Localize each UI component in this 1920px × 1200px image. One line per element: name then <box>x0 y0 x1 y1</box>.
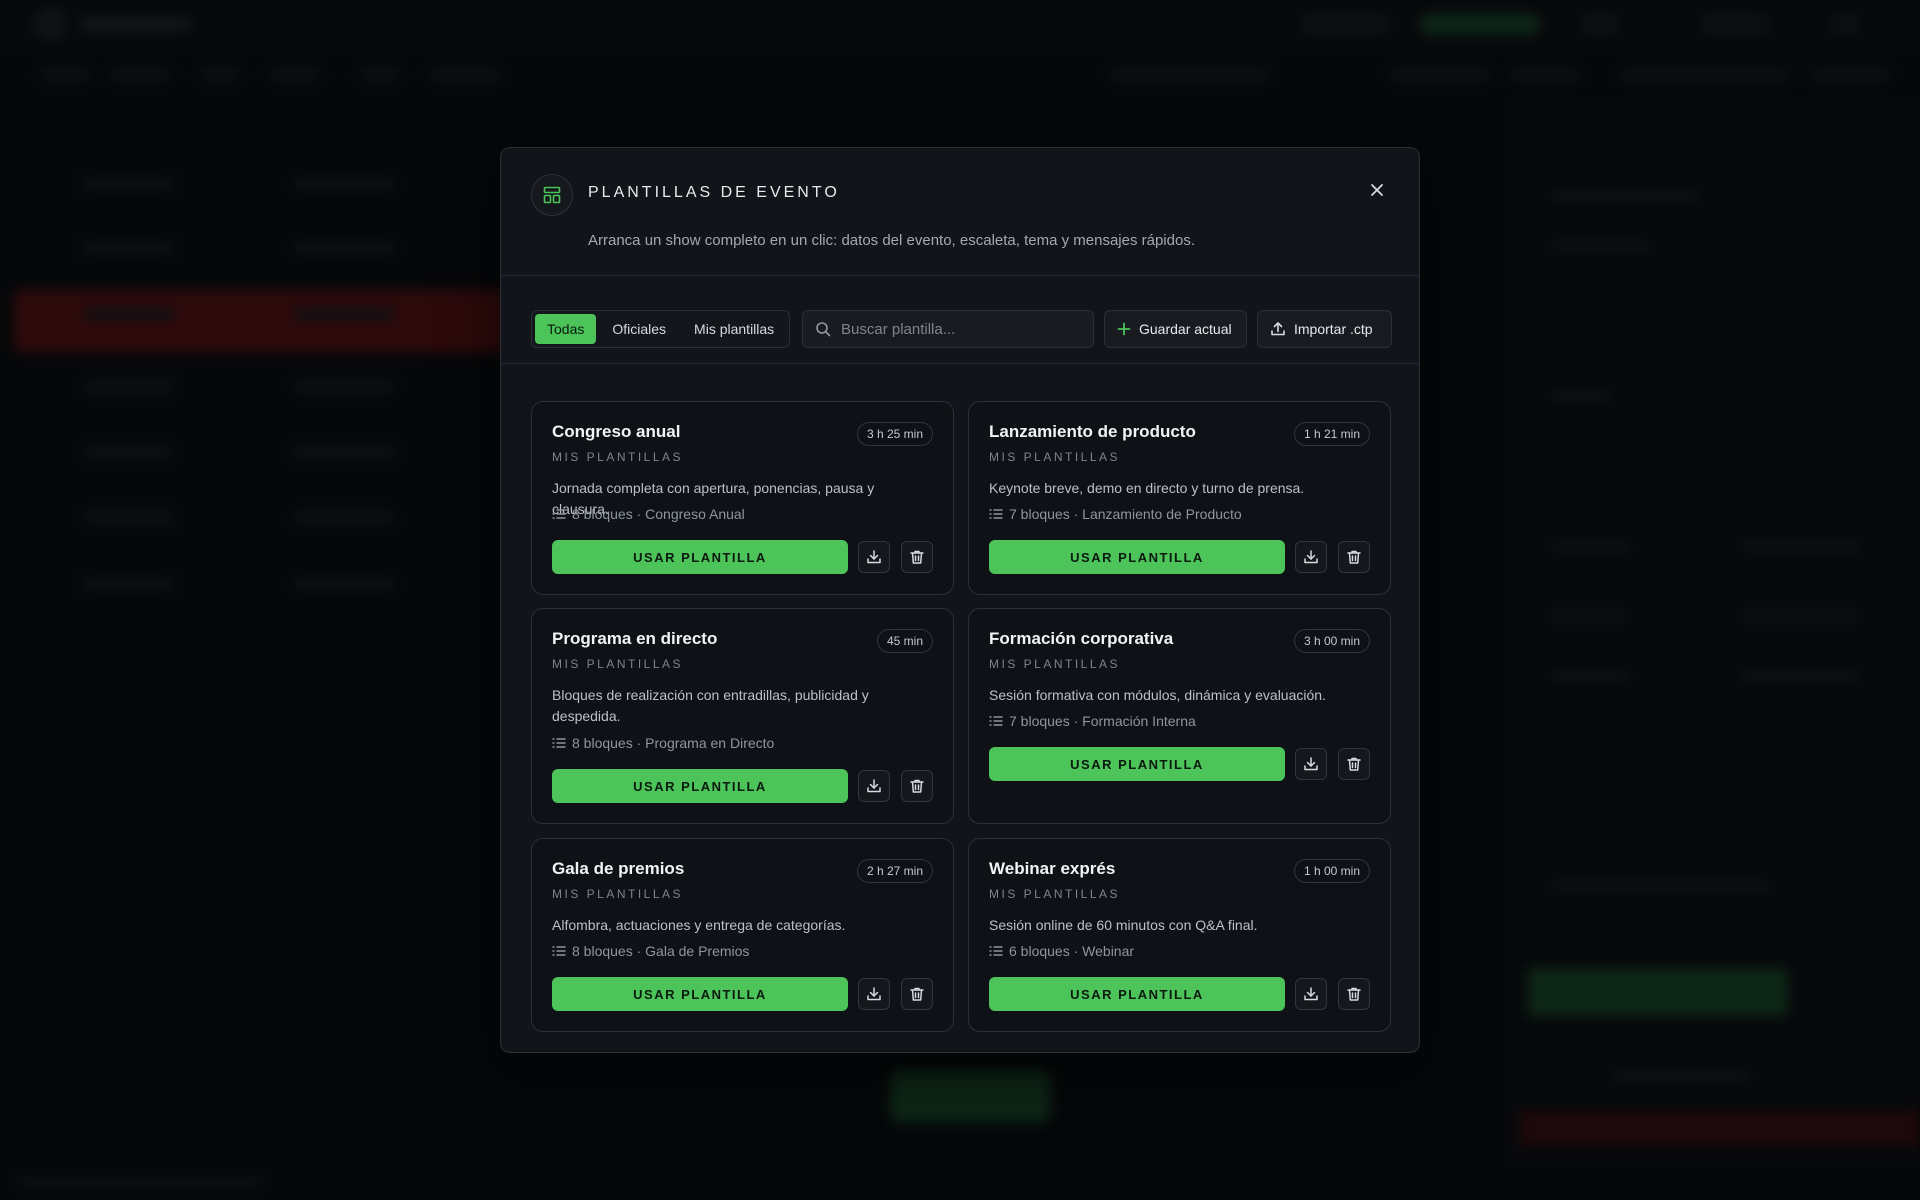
list-icon <box>989 716 1003 726</box>
trash-icon <box>1347 757 1361 771</box>
template-category: MIS PLANTILLAS <box>989 887 1121 901</box>
download-icon <box>867 779 881 793</box>
trash-icon <box>1347 987 1361 1001</box>
template-category: MIS PLANTILLAS <box>552 887 684 901</box>
template-meta: 8 bloques · Gala de Premios <box>552 943 749 959</box>
modal-subtitle: Arranca un show completo en un clic: dat… <box>588 232 1195 249</box>
template-meta-text: 8 bloques · Programa en Directo <box>572 735 775 751</box>
delete-template-button[interactable] <box>1338 748 1370 780</box>
template-category: MIS PLANTILLAS <box>552 657 684 671</box>
duration-badge: 3 h 00 min <box>1293 629 1370 653</box>
download-template-button[interactable] <box>858 978 890 1010</box>
template-description: Sesión online de 60 minutos con Q&A fina… <box>989 917 1258 933</box>
search-input[interactable] <box>831 311 1093 347</box>
duration-badge: 1 h 00 min <box>1293 859 1370 883</box>
download-icon <box>867 550 881 564</box>
duration-badge: 2 h 27 min <box>856 859 933 883</box>
templates-modal: PLANTILLAS DE EVENTO Arranca un show com… <box>500 147 1420 1053</box>
template-meta-text: 7 bloques · Lanzamiento de Producto <box>1009 506 1242 522</box>
template-card: Lanzamiento de producto 1 h 21 min MIS P… <box>968 401 1391 595</box>
template-meta: 8 bloques · Congreso Anual <box>552 506 745 522</box>
template-description: Sesión formativa con módulos, dinámica y… <box>989 687 1326 703</box>
template-meta-text: 8 bloques · Gala de Premios <box>572 943 750 959</box>
template-title: Congreso anual <box>552 422 681 441</box>
template-title: Webinar exprés <box>989 859 1116 878</box>
save-current-button[interactable]: Guardar actual <box>1104 310 1247 348</box>
template-layout-icon <box>531 174 573 216</box>
delete-template-button[interactable] <box>901 978 933 1010</box>
use-template-button[interactable]: USAR PLANTILLA <box>552 540 848 574</box>
trash-icon <box>910 779 924 793</box>
filter-tabs: Todas Oficiales Mis plantillas <box>531 310 791 348</box>
template-description: Bloques de realización con entradillas, … <box>552 687 869 724</box>
duration-badge: 3 h 25 min <box>856 422 933 446</box>
delete-template-button[interactable] <box>1338 978 1370 1010</box>
delete-template-button[interactable] <box>1338 541 1370 573</box>
plus-icon <box>1117 322 1131 336</box>
modal-header: PLANTILLAS DE EVENTO Arranca un show com… <box>501 148 1419 276</box>
template-title: Lanzamiento de producto <box>989 422 1196 441</box>
list-icon <box>989 509 1003 519</box>
template-title: Gala de premios <box>552 859 685 878</box>
close-icon <box>1371 184 1383 196</box>
trash-icon <box>1347 550 1361 564</box>
template-card: Gala de premios 2 h 27 min MIS PLANTILLA… <box>531 838 954 1032</box>
template-title: Formación corporativa <box>989 629 1174 648</box>
trash-icon <box>910 987 924 1001</box>
template-category: MIS PLANTILLAS <box>989 450 1121 464</box>
download-template-button[interactable] <box>1295 978 1327 1010</box>
close-button[interactable] <box>1365 178 1389 202</box>
template-card: Congreso anual 3 h 25 min MIS PLANTILLAS… <box>531 401 954 595</box>
list-icon <box>989 946 1003 956</box>
download-icon <box>867 987 881 1001</box>
download-template-button[interactable] <box>1295 541 1327 573</box>
template-card: Programa en directo 45 min MIS PLANTILLA… <box>531 608 954 824</box>
download-template-button[interactable] <box>858 541 890 573</box>
save-current-label: Guardar actual <box>1139 321 1232 337</box>
use-template-button[interactable]: USAR PLANTILLA <box>989 747 1285 781</box>
list-icon <box>552 946 566 956</box>
template-card: Webinar exprés 1 h 00 min MIS PLANTILLAS… <box>968 838 1391 1032</box>
template-meta: 7 bloques · Lanzamiento de Producto <box>989 506 1242 522</box>
use-template-button[interactable]: USAR PLANTILLA <box>552 769 848 803</box>
template-category: MIS PLANTILLAS <box>552 450 684 464</box>
download-icon <box>1304 550 1318 564</box>
list-icon <box>552 509 566 519</box>
modal-toolbar: Todas Oficiales Mis plantillas Guardar a… <box>501 276 1419 364</box>
template-title: Programa en directo <box>552 629 718 648</box>
download-template-button[interactable] <box>1295 748 1327 780</box>
filter-tab-oficiales[interactable]: Oficiales <box>600 314 678 344</box>
template-description: Alfombra, actuaciones y entrega de categ… <box>552 917 846 933</box>
download-icon <box>1304 987 1318 1001</box>
delete-template-button[interactable] <box>901 770 933 802</box>
template-meta-text: 7 bloques · Formación Interna <box>1009 713 1196 729</box>
download-icon <box>1304 757 1318 771</box>
template-meta: 6 bloques · Webinar <box>989 943 1134 959</box>
upload-icon <box>1271 322 1285 336</box>
template-card: Formación corporativa 3 h 00 min MIS PLA… <box>968 608 1391 824</box>
duration-badge: 45 min <box>876 629 933 653</box>
delete-template-button[interactable] <box>901 541 933 573</box>
search-box <box>802 310 1094 348</box>
template-meta: 7 bloques · Formación Interna <box>989 713 1196 729</box>
template-description: Keynote breve, demo en directo y turno d… <box>989 480 1305 496</box>
search-icon <box>816 322 831 337</box>
template-category: MIS PLANTILLAS <box>989 657 1121 671</box>
use-template-button[interactable]: USAR PLANTILLA <box>552 977 848 1011</box>
filter-tab-todas[interactable]: Todas <box>535 314 597 344</box>
modal-title: PLANTILLAS DE EVENTO <box>588 184 840 201</box>
filter-tab-mis-plantillas[interactable]: Mis plantillas <box>682 314 786 344</box>
import-label: Importar .ctp <box>1294 321 1373 337</box>
duration-badge: 1 h 21 min <box>1293 422 1370 446</box>
use-template-button[interactable]: USAR PLANTILLA <box>989 540 1285 574</box>
use-template-button[interactable]: USAR PLANTILLA <box>989 977 1285 1011</box>
template-meta: 8 bloques · Programa en Directo <box>552 735 774 751</box>
trash-icon <box>910 550 924 564</box>
download-template-button[interactable] <box>858 770 890 802</box>
list-icon <box>552 738 566 748</box>
template-meta-text: 6 bloques · Webinar <box>1009 943 1135 959</box>
template-meta-text: 8 bloques · Congreso Anual <box>572 506 745 522</box>
import-button[interactable]: Importar .ctp <box>1257 310 1392 348</box>
